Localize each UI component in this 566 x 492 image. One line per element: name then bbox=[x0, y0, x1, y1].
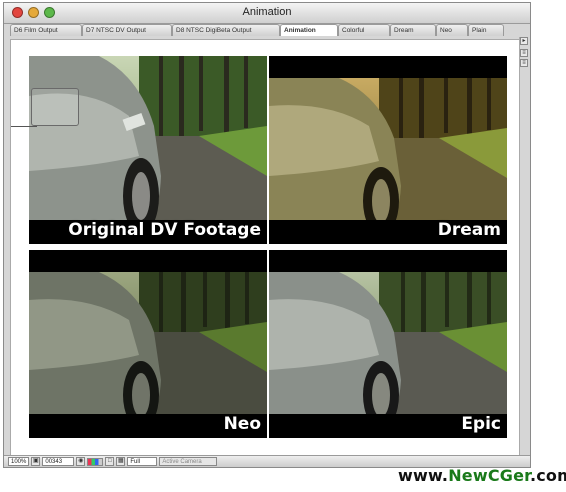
watermark-brand: NewCGer bbox=[448, 466, 530, 485]
scene-epic bbox=[269, 250, 507, 438]
scene-original bbox=[29, 56, 267, 244]
composition-viewer[interactable]: Original DV Footage Dream Neo Epic bbox=[10, 39, 520, 459]
region-of-interest-icon[interactable]: □ bbox=[105, 457, 115, 466]
comp-tab-bar: D6 Film Output D7 NTSC DV Output D8 NTSC… bbox=[10, 24, 520, 37]
frame-label-epic: Epic bbox=[461, 414, 501, 434]
watermark-suffix: .com bbox=[529, 466, 566, 485]
timecode-field[interactable]: 00343 bbox=[42, 457, 75, 466]
tab-d8-ntsc-digibeta-output[interactable]: D8 NTSC DigiBeta Output bbox=[172, 24, 280, 36]
tab-d7-ntsc-dv-output[interactable]: D7 NTSC DV Output bbox=[82, 24, 172, 36]
panel-options-icon[interactable]: ≡ bbox=[520, 59, 528, 67]
frame-label-original: Original DV Footage bbox=[68, 220, 261, 240]
scene-dream bbox=[269, 56, 507, 244]
tab-animation[interactable]: Animation bbox=[280, 24, 338, 36]
frame-dream: Dream bbox=[269, 56, 507, 244]
comp-window: Animation D6 Film Output D7 NTSC DV Outp… bbox=[3, 2, 531, 468]
resolution-dropdown[interactable]: Full bbox=[127, 457, 158, 466]
layer-bounding-handle[interactable] bbox=[31, 88, 79, 126]
window-title: Animation bbox=[242, 6, 292, 18]
motion-path-line bbox=[11, 126, 37, 127]
frame-neo: Neo bbox=[29, 250, 267, 438]
tab-neo[interactable]: Neo bbox=[436, 24, 468, 36]
active-camera-dropdown[interactable]: Active Camera bbox=[159, 457, 218, 466]
watermark-prefix: www. bbox=[398, 466, 449, 485]
site-watermark: www.NewCGer.com bbox=[398, 466, 566, 485]
panel-menu-icon[interactable]: ≡ bbox=[520, 49, 528, 57]
tab-plain[interactable]: Plain bbox=[468, 24, 504, 36]
tab-colorful[interactable]: Colorful bbox=[338, 24, 390, 36]
letterbox-top bbox=[29, 250, 267, 272]
right-scrollbar[interactable]: ▸ ≡ ≡ bbox=[519, 37, 529, 445]
frame-epic: Epic bbox=[269, 250, 507, 438]
arrow-right-icon[interactable]: ▸ bbox=[520, 37, 528, 45]
tab-d6-film-output[interactable]: D6 Film Output bbox=[10, 24, 82, 36]
transparency-grid-icon[interactable]: ▦ bbox=[116, 457, 126, 466]
title-bar[interactable]: Animation bbox=[4, 3, 530, 24]
color-channels-icon[interactable] bbox=[87, 457, 104, 466]
letterbox-top bbox=[269, 56, 507, 78]
frame-label-neo: Neo bbox=[223, 414, 261, 434]
safe-zones-icon[interactable]: ▣ bbox=[31, 457, 41, 466]
tab-dream[interactable]: Dream bbox=[390, 24, 436, 36]
letterbox-top bbox=[269, 250, 507, 272]
frame-original: Original DV Footage bbox=[29, 56, 267, 244]
scene-neo bbox=[29, 250, 267, 438]
zoom-dropdown[interactable]: 100% bbox=[8, 457, 30, 466]
camera-icon[interactable]: ◉ bbox=[76, 457, 86, 466]
frame-label-dream: Dream bbox=[437, 220, 501, 240]
